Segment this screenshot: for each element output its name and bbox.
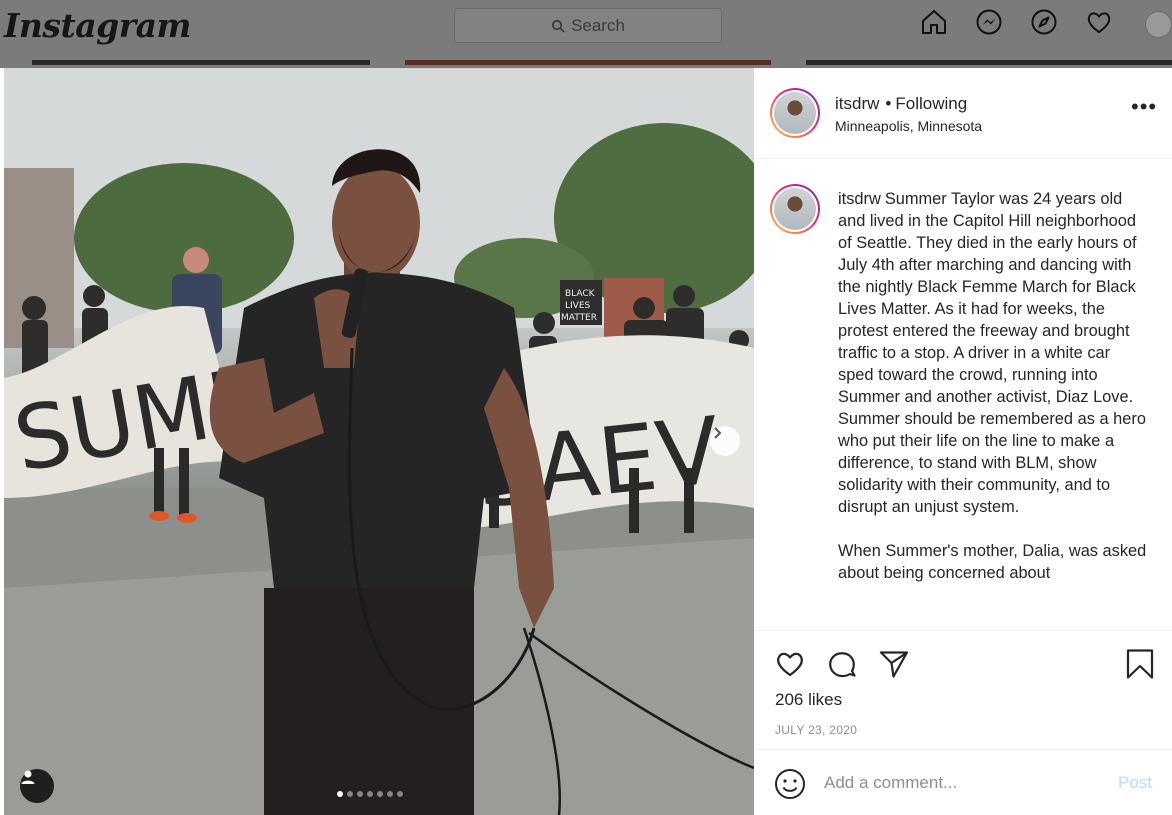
caption-text-continued: When Summer's mother, Dalia, was asked a… <box>838 542 1147 582</box>
feed-thumbnail <box>32 60 370 65</box>
post-details-panel: itsdrw • Following Minneapolis, Minnesota … <box>754 68 1172 815</box>
svg-text:LIVES: LIVES <box>565 301 591 311</box>
author-username[interactable]: itsdrw <box>835 94 879 113</box>
separator-dot: • <box>885 94 892 113</box>
home-icon[interactable] <box>920 8 948 36</box>
carousel-dot <box>337 791 343 797</box>
feed-thumbnail <box>806 60 1172 65</box>
comment-icon[interactable] <box>826 648 858 680</box>
sign-text: BLACK <box>565 289 596 299</box>
user-icon <box>21 770 35 784</box>
author-avatar[interactable] <box>770 88 820 138</box>
carousel-dot <box>367 791 373 797</box>
emoji-icon[interactable] <box>774 768 806 800</box>
caption-author-avatar[interactable] <box>770 184 820 234</box>
carousel-indicator <box>337 791 403 797</box>
following-button[interactable]: Following <box>895 94 967 113</box>
tagged-users-button[interactable] <box>20 769 54 803</box>
chevron-right-icon <box>714 427 722 439</box>
carousel-dot <box>397 791 403 797</box>
comment-input[interactable] <box>824 768 1104 798</box>
activity-heart-icon[interactable] <box>1085 8 1113 36</box>
post-header: itsdrw • Following Minneapolis, Minnesota … <box>754 68 1172 159</box>
post-actions: 206 likes JULY 23, 2020 <box>754 630 1172 737</box>
svg-text:MATTER: MATTER <box>561 313 597 323</box>
profile-avatar[interactable] <box>1145 11 1172 38</box>
post-location[interactable]: Minneapolis, Minnesota <box>835 118 982 134</box>
carousel-dot <box>387 791 393 797</box>
carousel-dot <box>357 791 363 797</box>
top-nav: Instagram Search <box>0 0 1172 68</box>
post-comment-button[interactable]: Post <box>1118 773 1152 793</box>
caption: itsdrw Summer Taylor was 24 years old and… <box>838 188 1148 584</box>
caption-username[interactable]: itsdrw <box>838 190 881 208</box>
next-slide-button[interactable] <box>710 426 740 456</box>
like-heart-icon[interactable] <box>774 648 806 680</box>
carousel-dot <box>377 791 383 797</box>
caption-text: Summer Taylor was 24 years old and lived… <box>838 190 1146 516</box>
search-box[interactable]: Search <box>454 8 722 43</box>
search-icon <box>551 19 565 33</box>
share-icon[interactable] <box>878 648 910 680</box>
search-placeholder: Search <box>571 15 625 35</box>
messenger-icon[interactable] <box>975 8 1003 36</box>
post-photo[interactable]: SUMM SAEV BLACK LIVES MATTER <box>4 68 754 815</box>
explore-icon[interactable] <box>1030 8 1058 36</box>
bookmark-icon[interactable] <box>1124 648 1156 680</box>
instagram-logo[interactable]: Instagram <box>4 6 191 45</box>
carousel-dot <box>347 791 353 797</box>
protest-scene: SUMM SAEV BLACK LIVES MATTER <box>4 68 754 815</box>
feed-thumbnail <box>405 60 771 65</box>
more-options-icon[interactable]: ••• <box>1131 96 1157 118</box>
post-date[interactable]: JULY 23, 2020 <box>775 723 857 737</box>
caption-scroll-area[interactable]: itsdrw Summer Taylor was 24 years old and… <box>754 160 1172 630</box>
likes-count[interactable]: 206 likes <box>775 690 842 710</box>
comment-bar: Post <box>754 749 1172 815</box>
